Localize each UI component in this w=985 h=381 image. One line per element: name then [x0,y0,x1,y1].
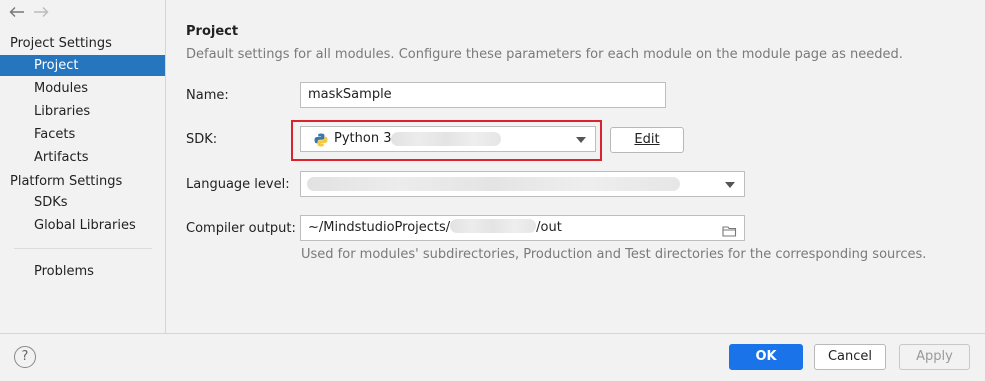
language-level-redacted [307,177,680,191]
compiler-output-hint: Used for modules' subdirectories, Produc… [301,247,927,262]
compiler-output-suffix: /out [536,220,562,235]
edit-button-label: Edit [634,132,660,147]
sidebar-item-project[interactable]: Project [0,55,165,76]
language-level-select[interactable] [300,171,745,197]
arrow-left-icon[interactable] [8,3,26,21]
page-description: Default settings for all modules. Config… [186,47,903,62]
nav-arrows [8,3,50,23]
sidebar-item-libraries[interactable]: Libraries [0,101,165,122]
sidebar-item-artifacts[interactable]: Artifacts [0,147,165,168]
sidebar-item-problems[interactable]: Problems [0,261,165,282]
edit-sdk-button[interactable]: Edit [610,127,684,153]
compiler-output-redacted [450,219,537,233]
help-icon[interactable]: ? [14,346,36,368]
page-title: Project [186,24,239,39]
dialog-footer: ? OK Cancel Apply [0,333,985,381]
compiler-output-prefix: ~/MindstudioProjects/ [308,220,451,235]
folder-icon[interactable] [722,222,737,246]
sidebar-item-modules[interactable]: Modules [0,78,165,99]
settings-sidebar: Project Settings Project Modules Librari… [0,0,166,333]
arrow-right-icon[interactable] [32,3,50,21]
cancel-button[interactable]: Cancel [814,344,886,370]
compiler-output-label: Compiler output: [186,221,296,236]
apply-button[interactable]: Apply [899,344,970,370]
project-settings-panel: Project Default settings for all modules… [166,0,985,333]
name-label: Name: [186,88,229,103]
name-input[interactable]: maskSample [300,82,666,108]
sidebar-divider [14,248,152,249]
sdk-label: SDK: [186,132,218,147]
sdk-highlight-box [291,120,602,161]
chevron-down-icon [725,182,735,188]
platform-settings-heading: Platform Settings [10,174,123,189]
language-level-label: Language level: [186,177,290,192]
sidebar-item-facets[interactable]: Facets [0,124,165,145]
compiler-output-input[interactable]: ~/MindstudioProjects/ /out [300,215,745,241]
ok-button[interactable]: OK [729,344,803,370]
project-settings-heading: Project Settings [10,36,112,51]
sidebar-item-global-libraries[interactable]: Global Libraries [0,215,165,236]
sidebar-item-sdks[interactable]: SDKs [0,192,165,213]
